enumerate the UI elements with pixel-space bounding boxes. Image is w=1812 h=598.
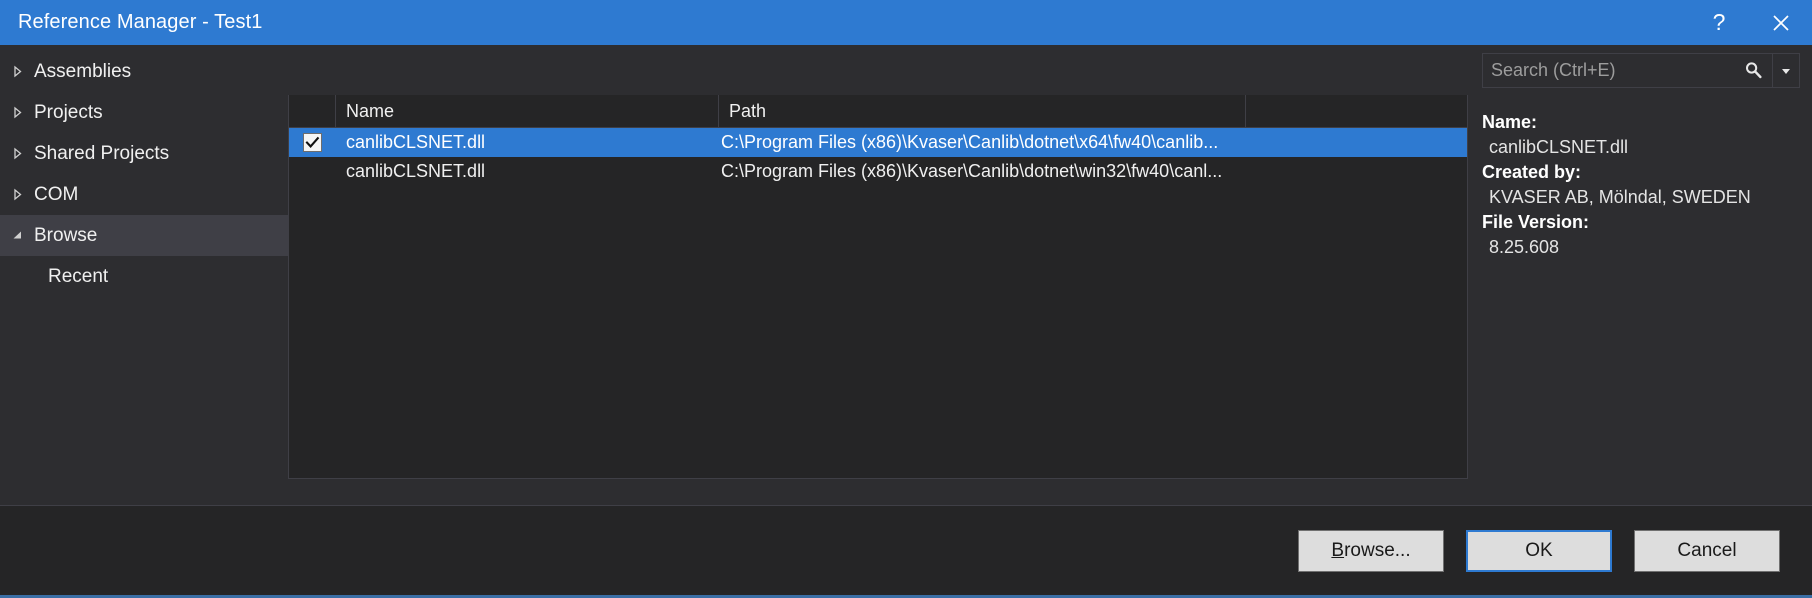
chevron-right-icon[interactable]	[0, 147, 34, 160]
details-name-label: Name:	[1482, 112, 1538, 132]
list-column-headers: Name Path	[289, 95, 1467, 128]
browse-button[interactable]: Browse...	[1298, 529, 1444, 572]
row-name: canlibCLSNET.dll	[346, 132, 486, 152]
reference-list-area: Name Path canlibCLSNET.dll C:\Program Fi…	[288, 45, 1468, 505]
sidebar-item-recent[interactable]: Recent	[0, 256, 288, 297]
sidebar-item-label: Shared Projects	[34, 142, 170, 164]
table-row[interactable]: canlibCLSNET.dll C:\Program Files (x86)\…	[289, 157, 1467, 186]
row-checkbox-cell[interactable]	[289, 162, 336, 181]
sidebar-item-label: COM	[34, 183, 79, 205]
list-rows: canlibCLSNET.dll C:\Program Files (x86)\…	[289, 128, 1467, 478]
category-tree: Assemblies Projects Shared Projects COM	[0, 45, 288, 505]
sidebar-item-shared-projects[interactable]: Shared Projects	[0, 133, 288, 174]
column-header-name[interactable]: Name	[336, 95, 719, 127]
reference-list-panel: Name Path canlibCLSNET.dll C:\Program Fi…	[288, 95, 1468, 479]
browse-button-label: rowse...	[1344, 539, 1411, 561]
window-title: Reference Manager - Test1	[18, 11, 263, 33]
details-file-version-value: 8.25.608	[1489, 237, 1560, 257]
sidebar-item-com[interactable]: COM	[0, 174, 288, 215]
reference-manager-dialog: Reference Manager - Test1 ? Assemblies P	[0, 0, 1812, 598]
checkbox-checked-icon[interactable]	[303, 133, 322, 152]
sidebar-item-label: Browse	[34, 224, 98, 246]
column-header-extra[interactable]	[1246, 95, 1467, 127]
row-name: canlibCLSNET.dll	[346, 161, 486, 181]
title-bar: Reference Manager - Test1 ?	[0, 0, 1812, 45]
sidebar-item-label: Projects	[34, 101, 103, 123]
search-box[interactable]	[1482, 53, 1800, 88]
sidebar-item-assemblies[interactable]: Assemblies	[0, 51, 288, 92]
details-created-by-label: Created by:	[1482, 162, 1582, 182]
column-header-path[interactable]: Path	[719, 95, 1246, 127]
details-name-value: canlibCLSNET.dll	[1489, 137, 1629, 157]
cancel-button[interactable]: Cancel	[1634, 529, 1780, 572]
close-icon[interactable]	[1750, 0, 1812, 45]
search-input[interactable]	[1483, 60, 1735, 81]
column-header-check[interactable]	[289, 95, 336, 127]
details-file-version-label: File Version:	[1482, 212, 1590, 232]
sidebar-item-label: Recent	[48, 265, 109, 287]
details-created-by-value: KVASER AB, Mölndal, SWEDEN	[1489, 187, 1751, 207]
sidebar-item-browse[interactable]: Browse	[0, 215, 288, 256]
browse-button-accel: B	[1331, 539, 1345, 561]
help-icon[interactable]: ?	[1688, 0, 1750, 45]
details-pane: Name: canlibCLSNET.dll Created by: KVASE…	[1468, 45, 1812, 505]
chevron-down-icon[interactable]	[0, 229, 34, 242]
chevron-right-icon[interactable]	[0, 106, 34, 119]
sidebar-item-projects[interactable]: Projects	[0, 92, 288, 133]
chevron-down-icon[interactable]	[1773, 54, 1799, 87]
ok-button[interactable]: OK	[1466, 529, 1612, 572]
chevron-right-icon[interactable]	[0, 188, 34, 201]
table-row[interactable]: canlibCLSNET.dll C:\Program Files (x86)\…	[289, 128, 1467, 157]
chevron-right-icon[interactable]	[0, 65, 34, 78]
magnifier-icon[interactable]	[1735, 54, 1773, 87]
row-path: C:\Program Files (x86)\Kvaser\Canlib\dot…	[721, 161, 1223, 181]
sidebar-item-label: Assemblies	[34, 60, 132, 82]
dialog-body: Assemblies Projects Shared Projects COM	[0, 45, 1812, 505]
row-checkbox-cell[interactable]	[289, 133, 336, 152]
dialog-footer: Browse... OK Cancel	[0, 505, 1812, 595]
row-path: C:\Program Files (x86)\Kvaser\Canlib\dot…	[721, 132, 1219, 152]
